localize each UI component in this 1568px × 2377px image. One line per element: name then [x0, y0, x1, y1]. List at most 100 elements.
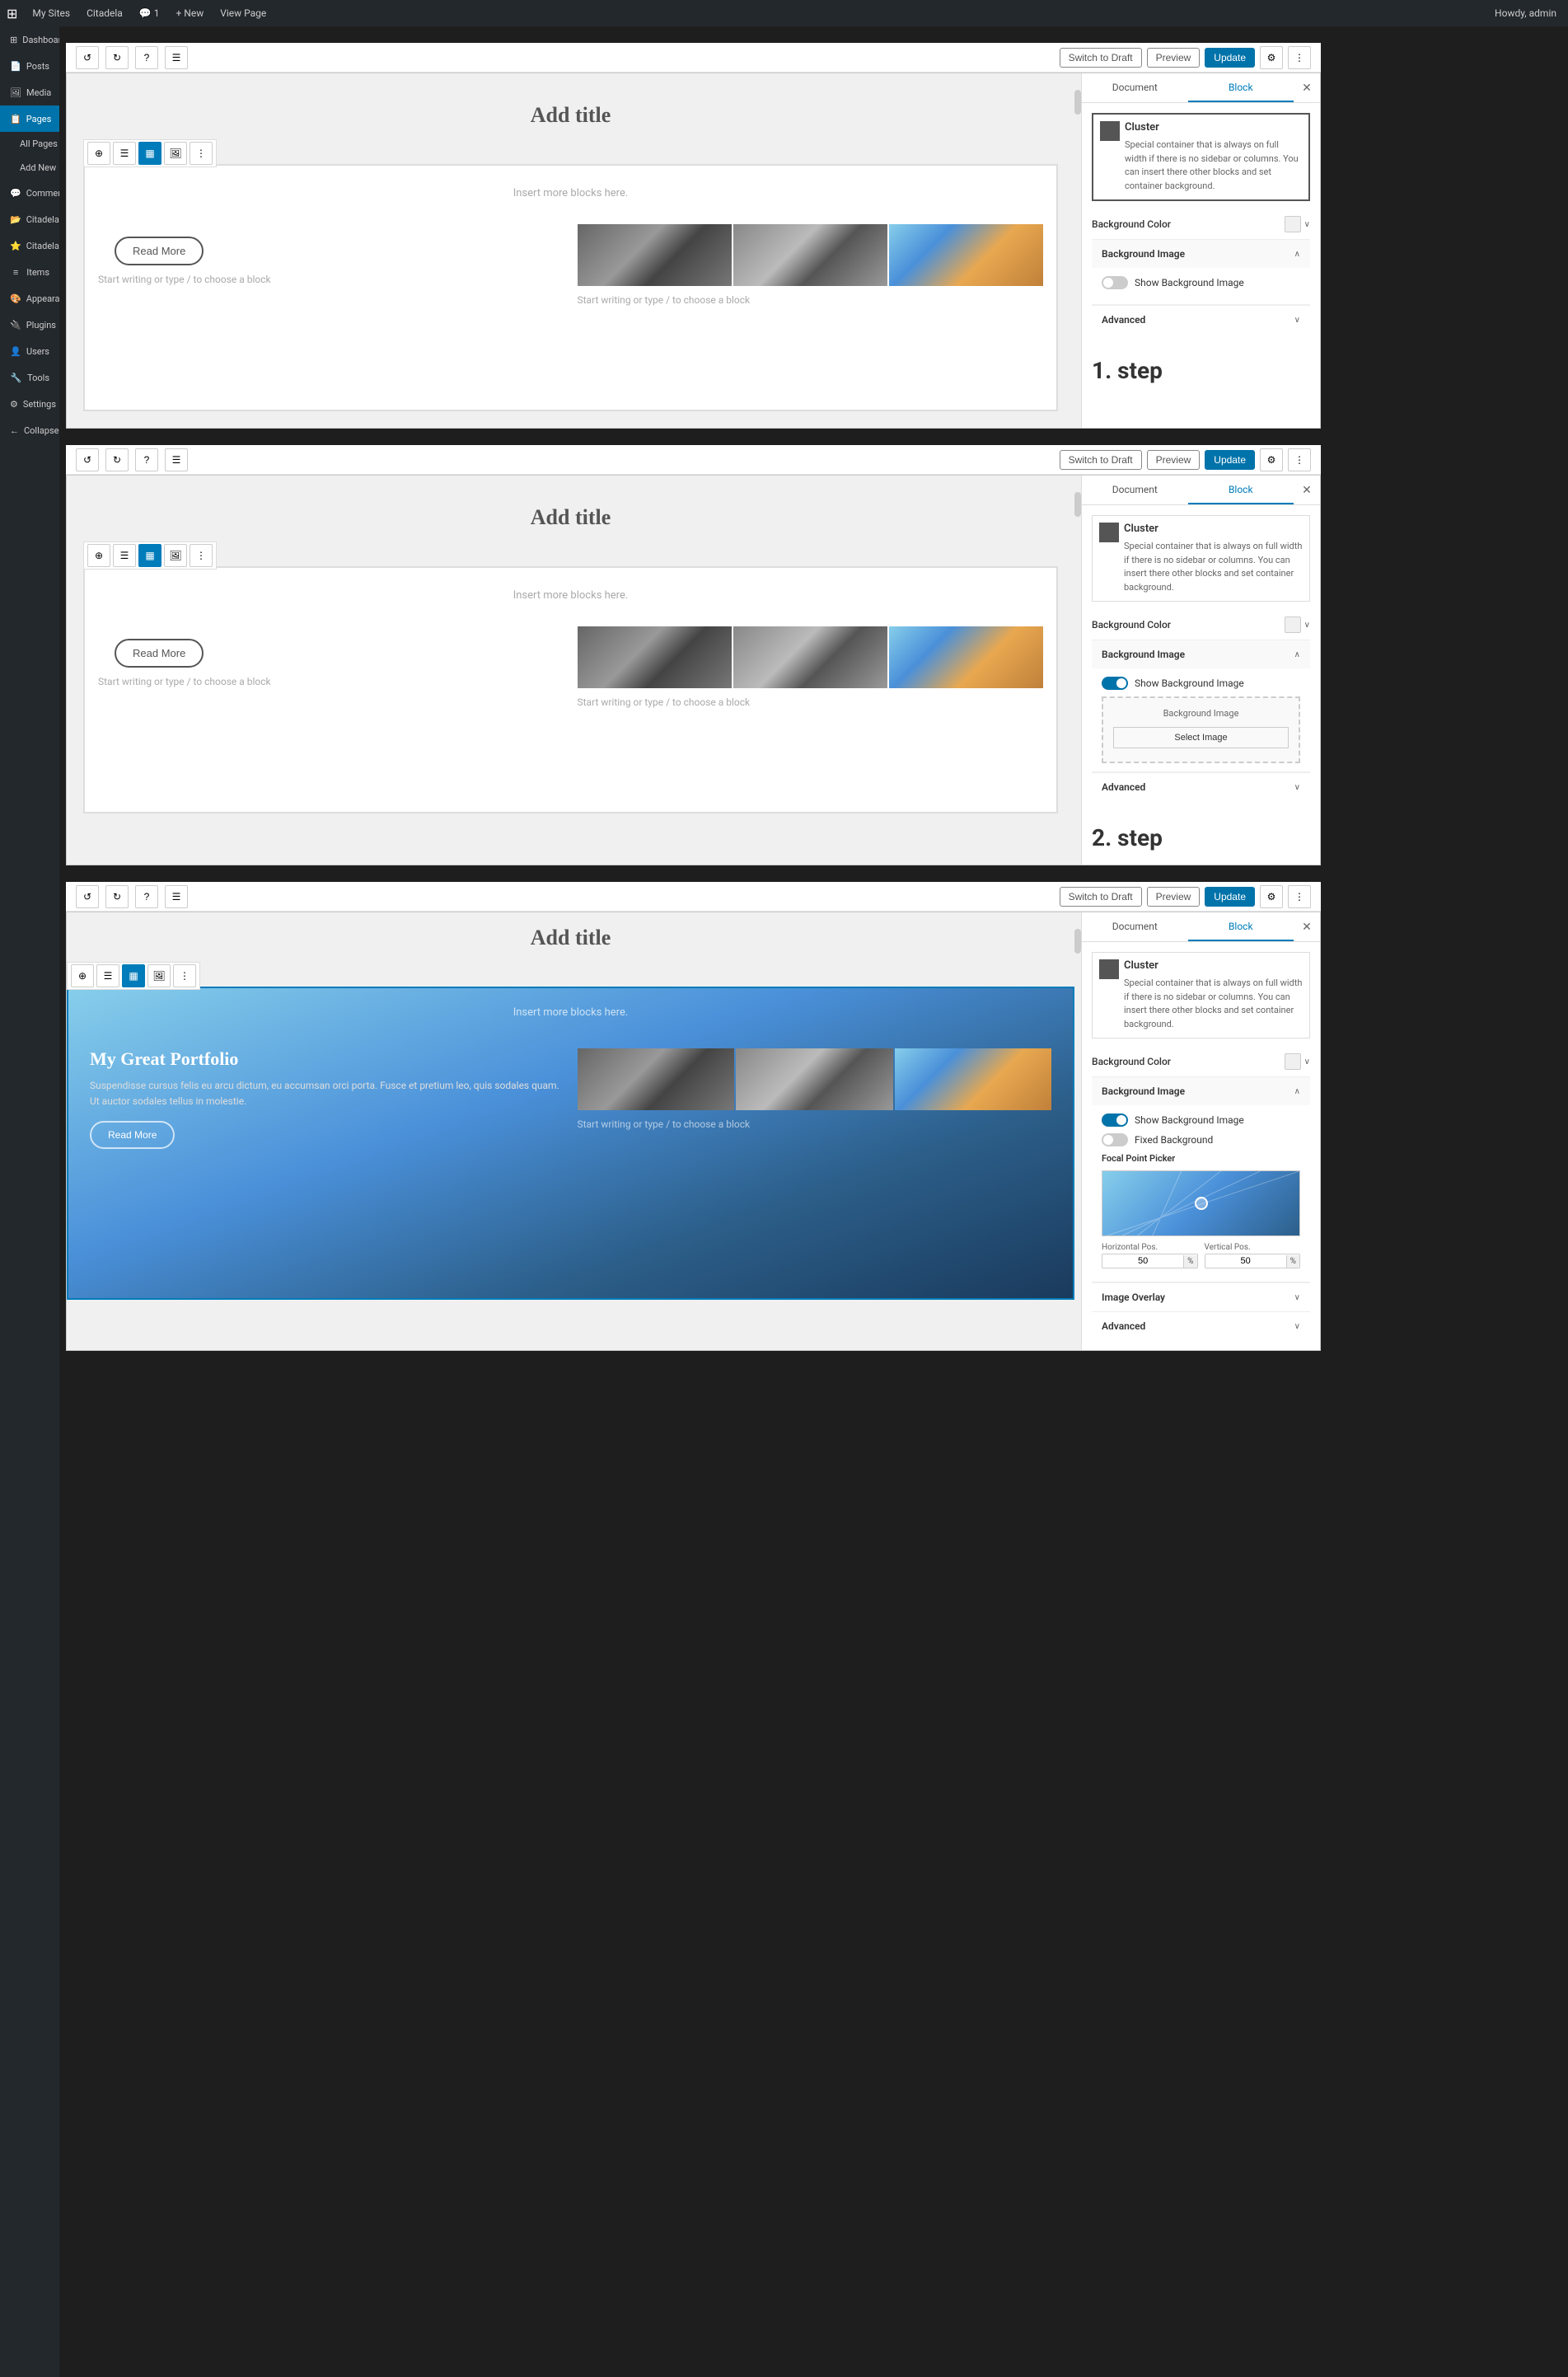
show-bg-toggle-3[interactable] — [1102, 1113, 1128, 1127]
advanced-section-1[interactable]: Advanced ∨ — [1092, 305, 1310, 334]
bg-image-picker-2[interactable]: Background Image Select Image — [1102, 696, 1300, 763]
sidebar-item-dashboard[interactable]: ⊞Dashboard — [0, 26, 59, 53]
bg-image-header-1[interactable]: Background Image ∧ — [1092, 240, 1310, 268]
focal-point-image-3[interactable] — [1102, 1170, 1300, 1236]
switch-to-draft-btn-1[interactable]: Switch to Draft — [1060, 48, 1142, 68]
my-sites-link[interactable]: My Sites — [27, 7, 75, 19]
block-tool-grid-3[interactable]: ▦ — [122, 964, 145, 987]
block-tool-drag-1[interactable]: ⊕ — [87, 142, 110, 165]
gear-btn-2[interactable]: ⚙ — [1260, 448, 1283, 471]
sidebar-item-add-new[interactable]: Add New — [0, 156, 59, 180]
sidebar-item-tools[interactable]: 🔧Tools — [0, 364, 59, 391]
page-title-3[interactable]: Add title — [67, 912, 1074, 960]
block-tool-list-2[interactable]: ☰ — [113, 544, 136, 567]
update-btn-2[interactable]: Update — [1205, 450, 1255, 470]
show-bg-toggle-1[interactable] — [1102, 276, 1128, 289]
block-tool-more-3[interactable]: ⋮ — [173, 964, 196, 987]
scrollbar-2[interactable] — [1074, 476, 1081, 865]
redo-btn-1[interactable]: ↻ — [105, 46, 129, 69]
show-bg-toggle-2[interactable] — [1102, 677, 1128, 690]
panel-tab-document-1[interactable]: Document — [1082, 73, 1188, 102]
bg-image-chevron-2[interactable]: ∧ — [1294, 650, 1300, 659]
bg-image-chevron-3[interactable]: ∧ — [1294, 1087, 1300, 1096]
advanced-section-3[interactable]: Advanced ∨ — [1092, 1311, 1310, 1340]
switch-to-draft-btn-3[interactable]: Switch to Draft — [1060, 887, 1142, 907]
color-swatch-3[interactable] — [1285, 1053, 1301, 1070]
preview-btn-3[interactable]: Preview — [1147, 887, 1201, 907]
advanced-section-2[interactable]: Advanced ∨ — [1092, 772, 1310, 801]
page-title-1[interactable]: Add title — [83, 90, 1058, 138]
start-writing-2[interactable]: Start writing or type / to choose a bloc… — [98, 676, 564, 687]
info-btn-1[interactable]: ? — [135, 46, 158, 69]
more-btn-1[interactable]: ⋮ — [1288, 46, 1311, 69]
block-tool-img-2[interactable]: 🖼 — [164, 544, 187, 567]
list-view-btn-3[interactable]: ☰ — [165, 885, 188, 908]
preview-btn-1[interactable]: Preview — [1147, 48, 1201, 68]
panel-tab-block-3[interactable]: Block — [1188, 912, 1294, 941]
scrollbar-1[interactable] — [1074, 73, 1081, 428]
more-btn-3[interactable]: ⋮ — [1288, 885, 1311, 908]
undo-btn-3[interactable]: ↺ — [76, 885, 99, 908]
more-btn-2[interactable]: ⋮ — [1288, 448, 1311, 471]
update-btn-3[interactable]: Update — [1205, 887, 1255, 907]
sidebar-item-items[interactable]: ≡Items — [0, 259, 59, 285]
block-tool-grid-2[interactable]: ▦ — [138, 544, 161, 567]
block-tool-more-1[interactable]: ⋮ — [190, 142, 213, 165]
page-title-2[interactable]: Add title — [83, 492, 1058, 540]
block-tool-list-3[interactable]: ☰ — [96, 964, 119, 987]
image-overlay-section-3[interactable]: Image Overlay ∨ — [1092, 1282, 1310, 1311]
bg-image-header-3[interactable]: Background Image ∧ — [1092, 1077, 1310, 1105]
color-swatch-1[interactable] — [1285, 216, 1301, 232]
update-btn-1[interactable]: Update — [1205, 48, 1255, 68]
info-btn-3[interactable]: ? — [135, 885, 158, 908]
switch-to-draft-btn-2[interactable]: Switch to Draft — [1060, 450, 1142, 470]
block-tool-grid-1[interactable]: ▦ — [138, 142, 161, 165]
bg-color-chevron-3[interactable]: ∨ — [1304, 1057, 1310, 1067]
sidebar-item-appearance[interactable]: 🎨Appearance — [0, 285, 59, 312]
panel-tab-document-2[interactable]: Document — [1082, 476, 1188, 504]
gear-btn-1[interactable]: ⚙ — [1260, 46, 1283, 69]
preview-btn-2[interactable]: Preview — [1147, 450, 1201, 470]
sidebar-item-pages[interactable]: 📋Pages — [0, 105, 59, 132]
fixed-bg-toggle-3[interactable] — [1102, 1133, 1128, 1146]
read-more-btn-1[interactable]: Read More — [115, 237, 204, 265]
panel-tab-document-3[interactable]: Document — [1082, 912, 1188, 941]
select-image-btn-2[interactable]: Select Image — [1113, 727, 1289, 748]
undo-btn-1[interactable]: ↺ — [76, 46, 99, 69]
block-tool-more-2[interactable]: ⋮ — [190, 544, 213, 567]
start-writing-right-2[interactable]: Start writing or type / to choose a bloc… — [578, 696, 1044, 708]
bg-color-chevron-1[interactable]: ∨ — [1304, 220, 1310, 229]
start-writing-1[interactable]: Start writing or type / to choose a bloc… — [98, 274, 564, 285]
sidebar-item-plugins[interactable]: 🔌Plugins — [0, 312, 59, 338]
block-tool-drag-2[interactable]: ⊕ — [87, 544, 110, 567]
sidebar-item-citadela-pro[interactable]: ⭐Citadela Pro — [0, 232, 59, 259]
redo-btn-2[interactable]: ↻ — [105, 448, 129, 471]
bg-image-header-2[interactable]: Background Image ∧ — [1092, 640, 1310, 668]
block-tool-img-1[interactable]: 🖼 — [164, 142, 187, 165]
list-view-btn-2[interactable]: ☰ — [165, 448, 188, 471]
sidebar-item-collapse[interactable]: ←Collapse menu — [0, 417, 59, 443]
new-link[interactable]: + New — [171, 7, 209, 19]
start-writing-right-1[interactable]: Start writing or type / to choose a bloc… — [578, 294, 1044, 306]
sidebar-item-users[interactable]: 👤Users — [0, 338, 59, 364]
panel-close-3[interactable]: ✕ — [1294, 912, 1320, 941]
panel-close-1[interactable]: ✕ — [1294, 73, 1320, 102]
wp-logo[interactable]: ⊞ — [7, 6, 17, 21]
read-more-btn-2[interactable]: Read More — [115, 639, 204, 668]
sidebar-item-settings[interactable]: ⚙Settings — [0, 391, 59, 417]
bg-image-chevron-1[interactable]: ∧ — [1294, 250, 1300, 259]
redo-btn-3[interactable]: ↻ — [105, 885, 129, 908]
block-tool-img-3[interactable]: 🖼 — [147, 964, 171, 987]
sidebar-item-posts[interactable]: 📄Posts — [0, 53, 59, 79]
panel-close-2[interactable]: ✕ — [1294, 476, 1320, 504]
scrollbar-3[interactable] — [1074, 912, 1081, 1350]
block-tool-list-1[interactable]: ☰ — [113, 142, 136, 165]
panel-tab-block-1[interactable]: Block — [1188, 73, 1294, 102]
start-writing-3[interactable]: Start writing or type / to choose a bloc… — [578, 1118, 1052, 1130]
undo-btn-2[interactable]: ↺ — [76, 448, 99, 471]
view-page-link[interactable]: View Page — [215, 7, 271, 19]
info-btn-2[interactable]: ? — [135, 448, 158, 471]
sidebar-item-media[interactable]: 🖼Media — [0, 79, 59, 105]
sidebar-item-citadela-directory[interactable]: 📂Citadela Directory — [0, 206, 59, 232]
block-tool-drag-3[interactable]: ⊕ — [71, 964, 94, 987]
